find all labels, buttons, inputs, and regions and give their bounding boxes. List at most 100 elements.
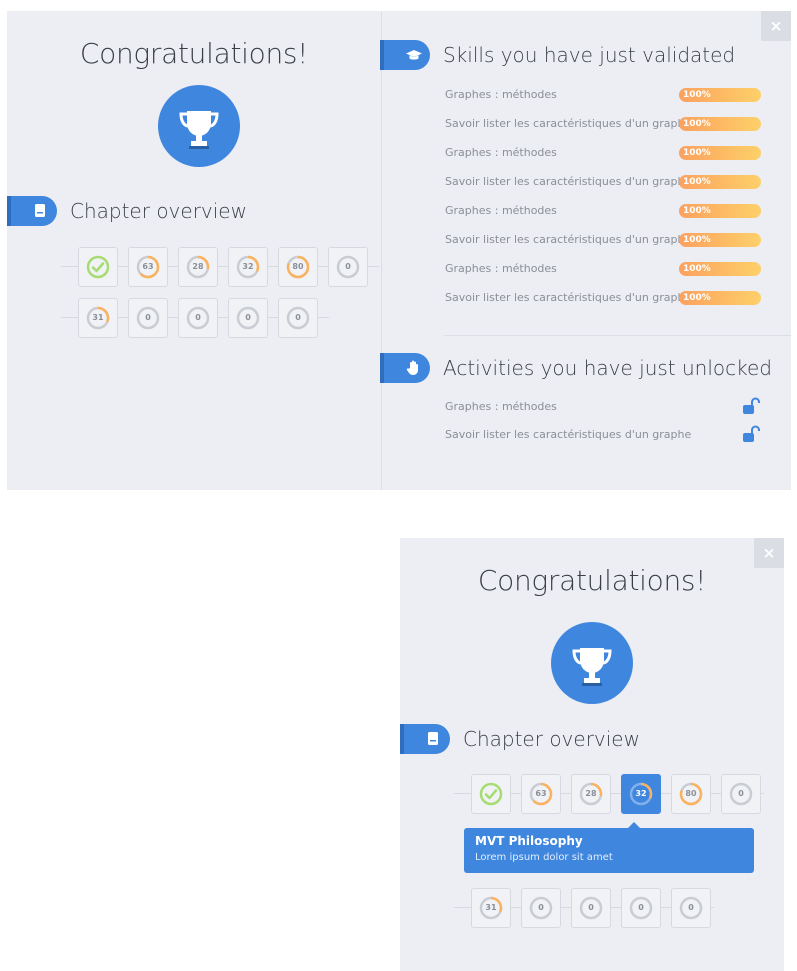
chapter-cell[interactable]: 0 xyxy=(228,298,268,338)
chapter-cell[interactable]: 31 xyxy=(78,298,118,338)
chapter-cell[interactable]: 80 xyxy=(278,247,318,287)
chapter-cell-value: 0 xyxy=(538,903,544,912)
chapter-grid-row: 63 28 32 80 0 xyxy=(454,774,764,814)
book-icon xyxy=(35,204,45,217)
activities-tab xyxy=(380,353,430,383)
chapter-cell-value: 80 xyxy=(685,789,697,798)
skill-percent: 100% xyxy=(683,293,711,303)
chapter-cell-value: 63 xyxy=(535,789,547,798)
skill-name: Savoir lister les caractéristiques d'un … xyxy=(445,233,692,246)
chapter-cell[interactable]: 0 xyxy=(178,298,218,338)
chapter-cell[interactable]: 0 xyxy=(621,888,661,928)
chapter-cell[interactable]: 0 xyxy=(521,888,561,928)
chapter-cell-value: 0 xyxy=(295,313,301,322)
chapter-cell[interactable]: 32 xyxy=(621,774,661,814)
skill-row: Savoir lister les caractéristiques d'un … xyxy=(445,172,761,192)
chapter-cell[interactable]: 28 xyxy=(178,247,218,287)
chapter-cell-value: 0 xyxy=(245,313,251,322)
skill-percent: 100% xyxy=(683,90,711,100)
check-icon xyxy=(86,255,110,279)
activity-name: Graphes : méthodes xyxy=(445,400,557,413)
skill-name: Savoir lister les caractéristiques d'un … xyxy=(445,117,692,130)
skill-progress-bar: 100% xyxy=(679,175,761,189)
chapter-overview-header: Chapter overview xyxy=(7,196,381,226)
activity-row[interactable]: Savoir lister les caractéristiques d'un … xyxy=(445,425,761,445)
chapter-tab xyxy=(7,196,57,226)
book-icon xyxy=(428,732,438,745)
skill-progress-bar: 100% xyxy=(679,88,761,102)
activity-name: Savoir lister les caractéristiques d'un … xyxy=(445,428,692,441)
skill-name: Graphes : méthodes xyxy=(445,262,557,275)
column-divider xyxy=(381,11,382,490)
chapter-cell[interactable]: 28 xyxy=(571,774,611,814)
chapter-overview-header: Chapter overview xyxy=(400,724,784,754)
section-divider xyxy=(444,335,791,336)
skill-row: Graphes : méthodes 100% xyxy=(445,143,761,163)
activity-row[interactable]: Graphes : méthodes xyxy=(445,397,761,417)
close-icon: × xyxy=(762,544,776,562)
skill-progress-bar: 100% xyxy=(679,117,761,131)
skills-title: Skills you have just validated xyxy=(443,43,736,67)
skill-name: Savoir lister les caractéristiques d'un … xyxy=(445,291,692,304)
chapter-cell-value: 0 xyxy=(145,313,151,322)
chapter-cell[interactable]: 0 xyxy=(671,888,711,928)
chapter-cell[interactable]: 0 xyxy=(328,247,368,287)
tooltip-title: MVT Philosophy xyxy=(475,834,583,848)
chapter-cell[interactable]: 63 xyxy=(521,774,561,814)
trophy-icon xyxy=(179,111,219,149)
skill-percent: 100% xyxy=(683,148,711,158)
chapter-cell[interactable]: 80 xyxy=(671,774,711,814)
skill-name: Graphes : méthodes xyxy=(445,204,557,217)
chapter-cell[interactable]: 0 xyxy=(128,298,168,338)
skill-row: Graphes : méthodes 100% xyxy=(445,85,761,105)
chapter-tooltip: MVT Philosophy Lorem ipsum dolor sit ame… xyxy=(464,822,754,873)
chapter-cell-value: 0 xyxy=(738,789,744,798)
trophy-badge xyxy=(158,85,240,167)
skill-progress-bar: 100% xyxy=(679,146,761,160)
chapter-grid-row: 63 28 32 80 0 xyxy=(61,247,379,287)
skill-percent: 100% xyxy=(683,177,711,187)
skill-row: Graphes : méthodes 100% xyxy=(445,201,761,221)
unlock-icon xyxy=(741,425,761,447)
graduation-cap-icon xyxy=(406,50,422,60)
chapter-cell[interactable]: 0 xyxy=(278,298,318,338)
skill-progress-bar: 100% xyxy=(679,233,761,247)
chapter-cell-value: 32 xyxy=(635,789,647,798)
chapter-cell-completed[interactable] xyxy=(78,247,118,287)
chapter-cell-value: 32 xyxy=(242,262,254,271)
trophy-icon xyxy=(572,648,612,686)
tooltip-body: Lorem ipsum dolor sit amet xyxy=(475,852,613,863)
chapter-grid-row: 31 0 0 0 0 xyxy=(454,888,714,928)
chapter-cell-completed[interactable] xyxy=(471,774,511,814)
chapter-cell[interactable]: 0 xyxy=(571,888,611,928)
skills-header: Skills you have just validated xyxy=(380,40,780,70)
chapter-cell-value: 31 xyxy=(485,903,497,912)
chapter-cell[interactable]: 63 xyxy=(128,247,168,287)
congrats-modal-small: × Congratulations! Chapter overview 63 28… xyxy=(400,538,784,971)
chapter-cell[interactable]: 32 xyxy=(228,247,268,287)
chapter-cell[interactable]: 31 xyxy=(471,888,511,928)
chapter-cell-value: 0 xyxy=(345,262,351,271)
skill-percent: 100% xyxy=(683,206,711,216)
chapter-tab xyxy=(400,724,450,754)
chapter-cell-value: 28 xyxy=(192,262,204,271)
skill-percent: 100% xyxy=(683,119,711,129)
page-title: Congratulations! xyxy=(79,37,309,70)
chapter-cell-value: 31 xyxy=(92,313,104,322)
skill-name: Graphes : méthodes xyxy=(445,88,557,101)
close-button[interactable]: × xyxy=(761,11,791,41)
skills-tab xyxy=(380,40,430,70)
check-icon xyxy=(479,782,503,806)
close-icon: × xyxy=(769,17,783,35)
page-title: Congratulations! xyxy=(477,564,707,597)
skill-progress-bar: 100% xyxy=(679,204,761,218)
skill-row: Savoir lister les caractéristiques d'un … xyxy=(445,230,761,250)
chapter-cell[interactable]: 0 xyxy=(721,774,761,814)
chapter-cell-value: 0 xyxy=(638,903,644,912)
skill-name: Savoir lister les caractéristiques d'un … xyxy=(445,175,692,188)
chapter-cell-value: 0 xyxy=(195,313,201,322)
chapter-grid-row: 31 0 0 0 0 xyxy=(61,298,329,338)
tooltip-arrow xyxy=(628,822,640,828)
chapter-overview-title: Chapter overview xyxy=(70,199,247,223)
activities-header: Activities you have just unlocked xyxy=(380,353,780,383)
